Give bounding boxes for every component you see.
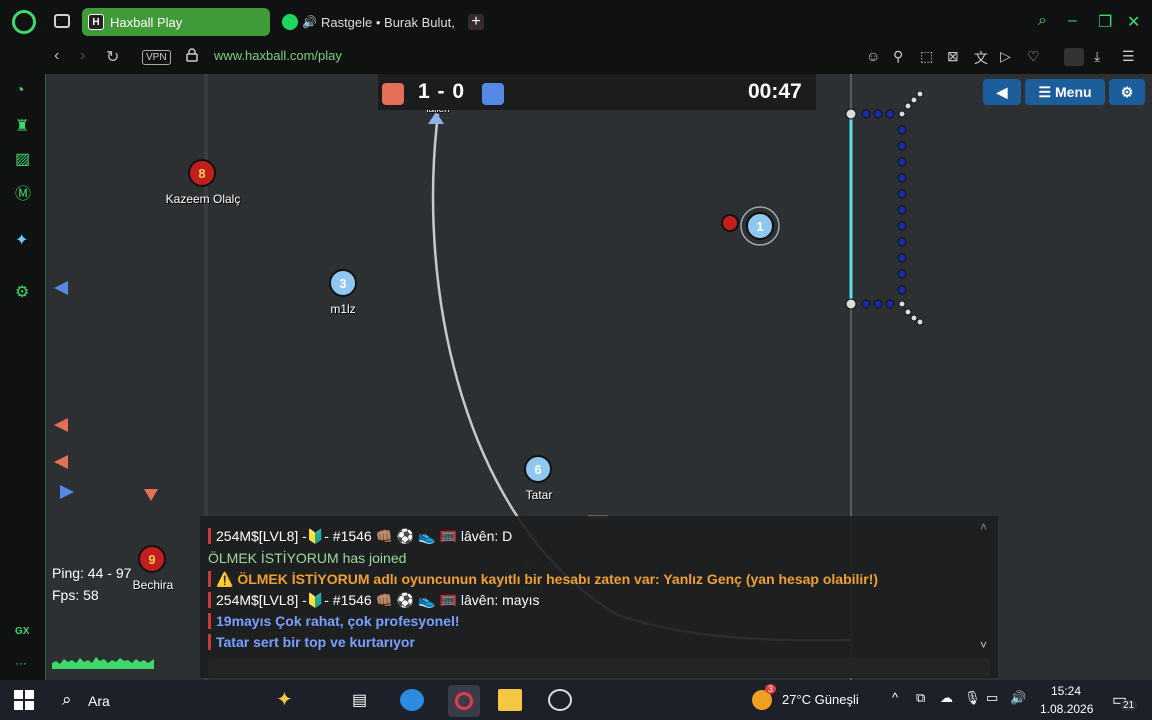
menu-button[interactable]: ☰ Menu [1025,79,1105,105]
settings-icon[interactable]: ⚙ [15,282,29,302]
fps-readout: Fps: 58 [52,587,99,603]
taskbar-search[interactable]: Ara [88,693,110,709]
player-red: 8 [188,159,216,187]
player-name: Kazeem Olalç [165,192,241,206]
screen: H Haxball Play 🔊 Rastgele • Burak Bulut,… [0,0,1152,720]
pin-icon[interactable]: ⚲ [893,48,903,65]
snapshot-icon[interactable]: ⬚ [920,48,933,65]
chat-message: ÖLMEK İSTİYORUM has joined [208,550,407,566]
tray-icon[interactable]: ⧉ [916,690,925,706]
play-icon[interactable]: ▷ [1000,48,1011,65]
team-bar [208,634,211,650]
sound-button[interactable]: ◀ [983,79,1021,105]
tracker-block-icon[interactable]: ⊠ [947,48,959,65]
chat-message: Tatar sert bir top ve kurtarıyor [208,634,415,650]
gx-label: GX [15,626,30,637]
tab-label: Haxball Play [110,14,183,30]
address-bar: ‹ › ↻ VPN www.haxball.com/play ☺ ⚲ ⬚ ⊠ 文… [0,42,1152,74]
maximize-button[interactable]: ❐ [1098,12,1112,32]
twitch-icon[interactable]: ▨ [15,149,30,169]
taskbar: ⌕ Ara ✦ ▤ 3 27°C Güneşli ^ ⧉ ☁ 🎙 ▭ 🔊 15:… [0,680,1152,720]
forward-button[interactable]: › [80,47,85,65]
audio-playing-icon[interactable]: 🔊 [302,15,317,29]
minimize-button[interactable]: – [1068,12,1077,30]
messenger-icon[interactable]: Ⓜ [15,180,31,204]
back-button[interactable]: ‹ [54,47,59,65]
browser-tab-bar: H Haxball Play 🔊 Rastgele • Burak Bulut,… [0,0,1152,42]
more-icon[interactable]: ··· [15,656,27,670]
microphone-icon[interactable]: 🎙 [964,690,981,706]
chat-message: ⚠️ ÖLMEK İSTİYORUM adlı oyuncunun kayıtl… [208,571,878,588]
chat-input[interactable] [208,658,990,676]
player-red: 9 [138,545,166,573]
clock-time[interactable]: 15:24 [1051,684,1081,698]
new-tab-button[interactable]: + [468,14,484,30]
edge-icon[interactable] [400,689,424,711]
menu-icon[interactable]: ☰ [1122,48,1135,65]
tab-spotify[interactable]: 🔊 Rastgele • Burak Bulut, [278,8,458,36]
chevron-up-icon[interactable]: ˄ [980,520,987,534]
gx-corner-icon[interactable]: ♜ [15,116,29,136]
browser-sidebar: ◔ ♜ ▨ Ⓜ ✦ ⚙ GX ··· [0,74,46,680]
network-icon[interactable]: ▭ [986,690,998,706]
player-blue-self: 1 [746,212,774,240]
windows-start-icon[interactable] [14,690,34,710]
red-team-icon [382,83,404,105]
chat-message: 19mayıs Çok rahat, çok profesyonel! [208,613,460,629]
notification-count: 21 [1120,700,1138,711]
team-bar [208,613,211,629]
player-blue: 6 [524,455,552,483]
settings-button[interactable]: ⚙ [1109,79,1145,105]
team-bar [208,528,211,544]
emoji-icon[interactable]: ☺ [866,48,880,64]
clock-date[interactable]: 1.08.2026 [1040,702,1093,716]
haxball-favicon-icon: H [88,14,104,30]
close-button[interactable]: ✕ [1127,12,1140,32]
reload-button[interactable]: ↻ [106,47,119,67]
url-field[interactable]: www.haxball.com/play [214,48,342,63]
obs-icon[interactable] [548,689,572,711]
player-name: Tatar [525,488,553,502]
menu-label: Menu [1055,84,1092,100]
team-bar [208,571,211,587]
tab-manager-icon[interactable] [54,14,70,28]
task-view-icon[interactable]: ▤ [352,690,367,710]
chat-panel: 254M$[LVL8] -🔰- #1546 👊🏽 ⚽ 👟 🥅 lâvên: D … [200,516,998,678]
chat-message: 254M$[LVL8] -🔰- #1546 👊🏽 ⚽ 👟 🥅 lâvên: D [208,528,512,545]
weather-badge: 3 [765,684,777,694]
chevron-up-icon[interactable]: ^ [892,690,898,705]
lock-icon[interactable] [186,48,198,62]
gx-control-icon[interactable]: ◔ [15,82,25,100]
weather-text[interactable]: 27°C Güneşli [782,692,859,707]
vpn-badge[interactable]: VPN [142,50,171,65]
chevron-down-icon[interactable]: ˅ [980,638,987,652]
team-bar [208,592,211,608]
profile-icon[interactable] [1064,48,1084,66]
file-explorer-icon[interactable] [498,689,522,711]
opera-gx-taskbar-icon[interactable] [448,685,480,717]
match-timer: 00:47 [748,80,802,103]
fps-graph [52,657,154,669]
menu-icon: ☰ [1038,83,1051,100]
volume-icon[interactable]: 🔊 [1010,690,1026,706]
player-name: m1lz [330,302,356,316]
player-blue: 3 [329,269,357,297]
score: 1 - 0 [418,80,466,103]
search-icon[interactable]: ⌕ [1038,12,1047,30]
tab-label: Rastgele • Burak Bulut, [320,14,455,30]
download-icon[interactable]: ⤓ [1094,48,1100,65]
player-name: Bechira [132,578,174,592]
heart-icon[interactable]: ♡ [1027,48,1040,65]
opera-logo-icon[interactable] [12,10,36,34]
blue-team-icon [482,83,504,105]
onedrive-icon[interactable]: ☁ [940,690,953,706]
ai-icon[interactable]: ✦ [15,230,28,250]
copilot-sparkle-icon[interactable]: ✦ [276,687,293,712]
chat-message: 254M$[LVL8] -🔰- #1546 👊🏽 ⚽ 👟 🥅 lâvên: ma… [208,592,539,609]
spotify-icon [282,14,298,30]
translate-icon[interactable]: 文 [974,48,988,68]
ping-readout: Ping: 44 - 97 [52,565,132,581]
search-icon[interactable]: ⌕ [62,690,72,710]
tab-haxball[interactable]: H Haxball Play [82,8,270,36]
